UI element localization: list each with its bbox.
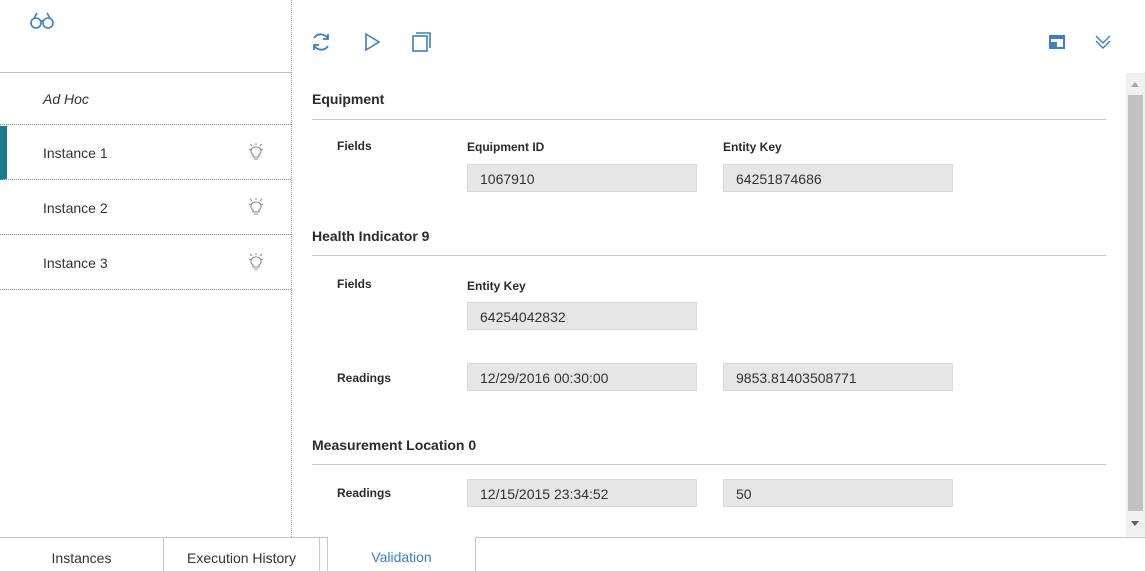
- adhoc-label: Ad Hoc: [43, 91, 89, 107]
- scrollbar-thumb[interactable]: [1128, 95, 1143, 511]
- tab-instances[interactable]: Instances: [0, 538, 164, 571]
- section-divider: [312, 119, 1106, 120]
- sidebar-item-instance-3[interactable]: Instance 3: [0, 236, 291, 290]
- row-label-readings: Readings: [337, 371, 392, 385]
- scroll-down-arrow-icon[interactable]: [1131, 521, 1139, 526]
- run-icon[interactable]: [360, 30, 384, 54]
- instance-label: Instance 3: [43, 255, 108, 271]
- row-label-fields: Fields: [337, 277, 372, 291]
- layout-icon[interactable]: [1045, 30, 1069, 54]
- refresh-icon[interactable]: [309, 30, 333, 54]
- tab-execution-history[interactable]: Execution History: [164, 538, 320, 571]
- copy-icon[interactable]: [409, 30, 433, 54]
- sidebar-item-instance-2[interactable]: Instance 2: [0, 181, 291, 235]
- vertical-scrollbar[interactable]: [1126, 73, 1145, 537]
- value-reading-value: 50: [723, 479, 953, 507]
- scroll-up-arrow-icon[interactable]: [1131, 82, 1139, 87]
- instance-label: Instance 2: [43, 200, 108, 216]
- value-entity-key: 64254042832: [467, 302, 697, 330]
- value-equipment-id: 1067910: [467, 164, 697, 192]
- sidebar-item-adhoc[interactable]: Ad Hoc: [0, 73, 291, 125]
- value-reading-timestamp: 12/15/2015 23:34:52: [467, 479, 697, 507]
- section-title-measurement-location: Measurement Location 0: [312, 437, 477, 453]
- sidebar-item-instance-1[interactable]: Instance 1: [0, 126, 291, 180]
- section-divider: [312, 255, 1106, 256]
- field-label-equipment-id: Equipment ID: [467, 140, 545, 154]
- sidebar-header: [0, 0, 291, 73]
- binoculars-icon[interactable]: [29, 11, 55, 31]
- value-entity-key: 64251874686: [723, 164, 953, 192]
- row-label-readings: Readings: [337, 486, 392, 500]
- lightbulb-icon[interactable]: [247, 197, 265, 217]
- toolbar: [293, 0, 1145, 73]
- section-title-equipment: Equipment: [312, 91, 385, 107]
- section-divider: [312, 464, 1106, 465]
- field-label-entity-key: Entity Key: [467, 279, 526, 293]
- lightbulb-icon[interactable]: [247, 252, 265, 272]
- bottom-tab-bar: Instances Execution History Validation: [0, 537, 1145, 571]
- validation-panel: Equipment Fields Equipment ID Entity Key…: [293, 73, 1145, 537]
- section-title-health-indicator: Health Indicator 9: [312, 228, 430, 244]
- field-label-entity-key: Entity Key: [723, 140, 782, 154]
- value-reading-timestamp: 12/29/2016 00:30:00: [467, 363, 697, 391]
- row-label-fields: Fields: [337, 139, 372, 153]
- expand-down-icon[interactable]: [1091, 30, 1115, 54]
- value-reading-value: 9853.81403508771: [723, 363, 953, 391]
- lightbulb-icon[interactable]: [247, 142, 265, 162]
- instances-sidebar: Ad Hoc Instance 1 Instance 2 Instance 3: [0, 0, 292, 537]
- tab-validation[interactable]: Validation: [327, 537, 476, 571]
- instance-label: Instance 1: [43, 145, 108, 161]
